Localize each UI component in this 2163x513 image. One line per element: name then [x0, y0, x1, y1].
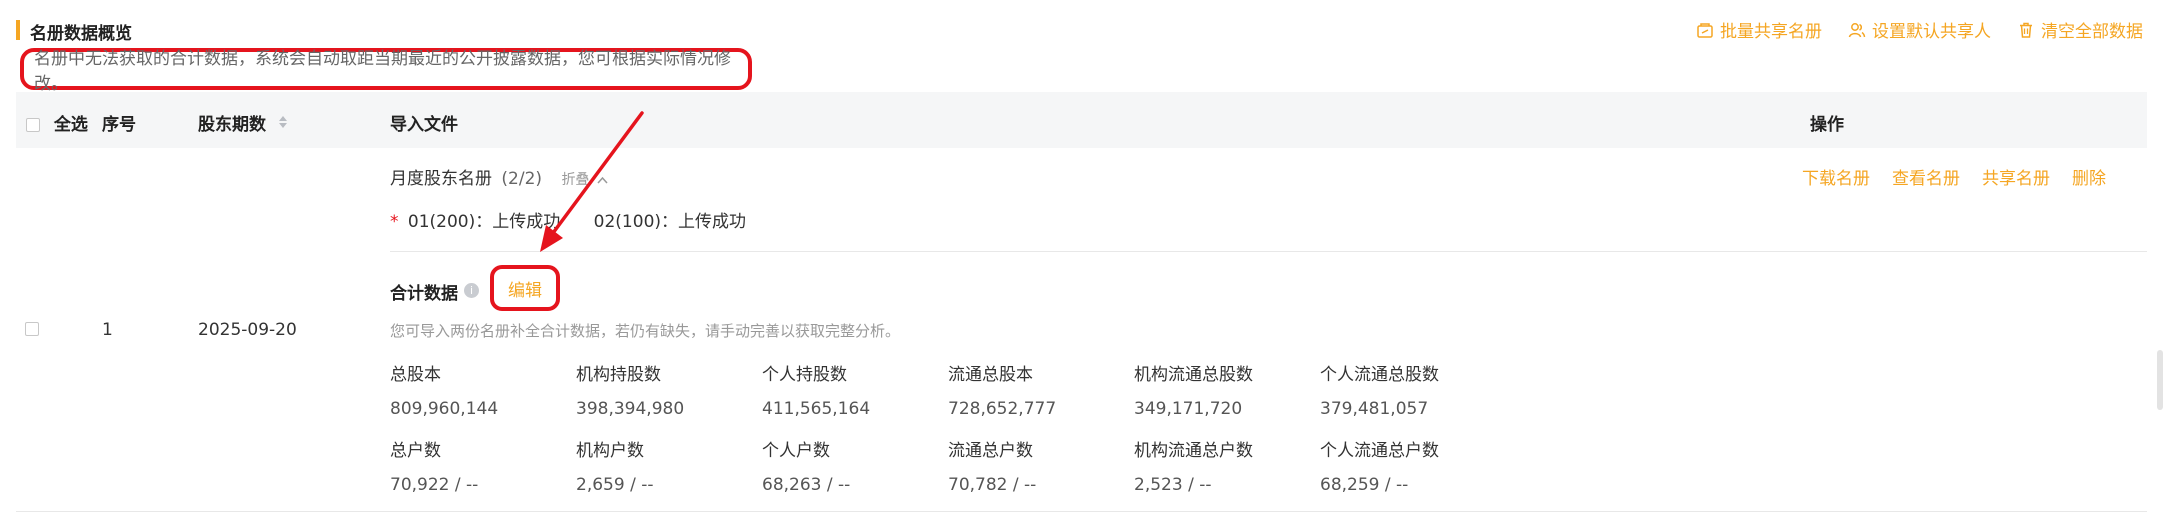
scrollbar-thumb[interactable]: [2157, 350, 2163, 410]
annotation-arrow: [540, 111, 644, 252]
